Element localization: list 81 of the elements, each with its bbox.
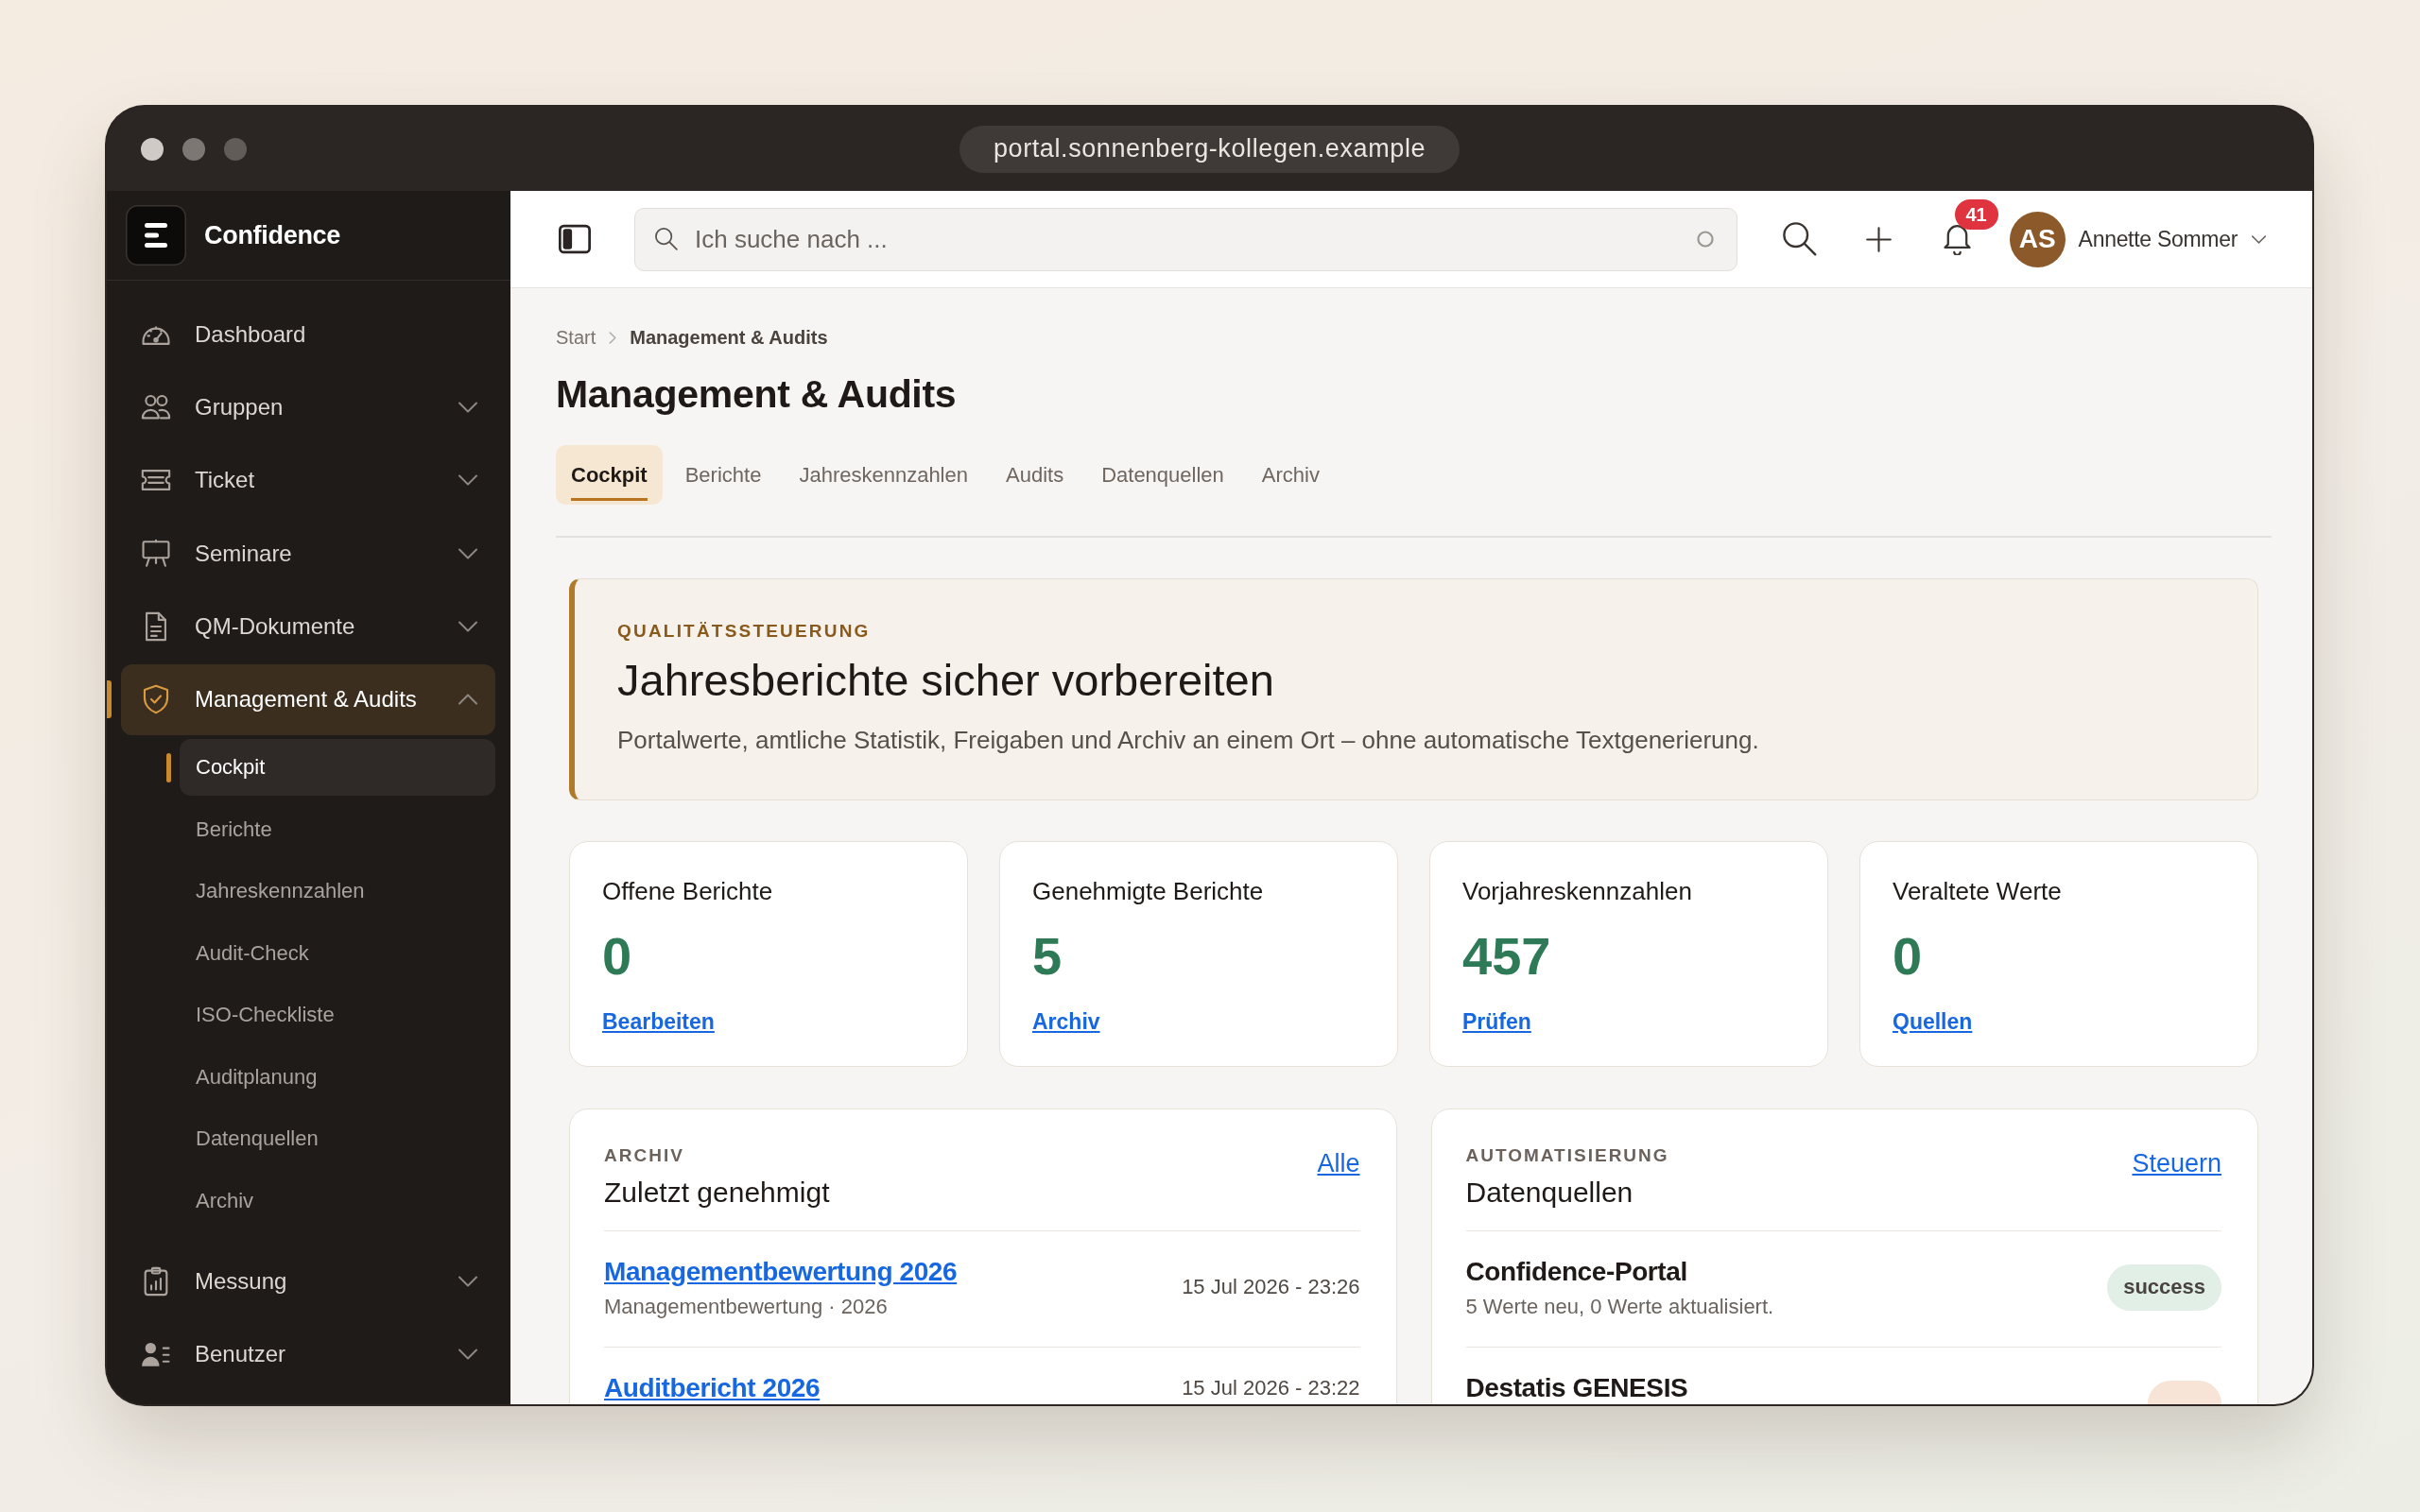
stat-label: Vorjahreskennzahlen	[1462, 875, 1692, 906]
chevron-right-icon	[609, 331, 617, 344]
bell-icon[interactable]	[1942, 223, 1972, 255]
nav-item[interactable]: QM-Dokumente	[121, 591, 495, 662]
nav-item[interactable]: Management & Audits	[121, 663, 495, 735]
window-dot-icon[interactable]	[224, 137, 247, 161]
panel-kicker: AUTOMATISIERUNG	[1465, 1144, 1669, 1166]
chevron-down-icon	[458, 547, 478, 559]
user-menu-button[interactable]: AS Annette Sommer	[2009, 211, 2267, 267]
tab[interactable]: Datenquellen	[1086, 445, 1239, 505]
tab[interactable]: Archiv	[1246, 445, 1335, 505]
logo-icon	[126, 205, 186, 266]
stat-label: Veraltete Werte	[1893, 875, 2062, 906]
address-bar[interactable]: portal.sonnenberg-kollegen.example	[959, 125, 1461, 173]
breadcrumb-current: Management & Audits	[630, 326, 828, 349]
chevron-down-icon	[2251, 234, 2267, 244]
stat-link[interactable]: Archiv	[1032, 1007, 1100, 1035]
chevron-down-icon	[458, 1275, 478, 1287]
stat-link[interactable]: Bearbeiten	[602, 1007, 715, 1035]
breadcrumb-link[interactable]: Start	[556, 326, 596, 349]
chevron-down-icon	[458, 621, 478, 633]
chevron-down-icon	[458, 1349, 478, 1361]
panel-kicker: ARCHIV	[604, 1144, 684, 1166]
stat-link[interactable]: Prüfen	[1462, 1007, 1531, 1035]
banner-title: Jahresberichte sicher vorbereiten	[617, 653, 1275, 707]
document-meta: Managementbewertung · 2026	[604, 1294, 888, 1319]
sidebar-toggle-icon[interactable]	[559, 223, 591, 255]
stat-value: 5	[1032, 924, 1063, 988]
panel-link[interactable]: Alle	[1317, 1148, 1360, 1178]
nav-subitem[interactable]: Datenquellen	[180, 1110, 495, 1168]
brand-name: Confidence	[204, 220, 340, 250]
source-detail: 5 Werte neu, 0 Werte aktualisiert.	[1465, 1294, 1774, 1319]
avatar: AS	[2009, 211, 2066, 267]
status-badge: success	[2107, 1263, 2221, 1311]
document-date: 15 Jul 2026 - 23:26	[1182, 1275, 1360, 1299]
document-date: 15 Jul 2026 - 23:22	[1182, 1375, 1360, 1400]
nav-item[interactable]: Dashboard	[121, 299, 495, 369]
nav-item[interactable]: Seminare	[121, 518, 495, 590]
search-icon[interactable]	[1782, 222, 1817, 256]
nav-subitem[interactable]: Berichte	[180, 800, 495, 858]
tab[interactable]: Audits	[991, 445, 1080, 505]
stat-label: Genehmigte Berichte	[1032, 875, 1264, 906]
nav-subitem[interactable]: ISO-Checkliste	[180, 987, 495, 1044]
stat-value: 0	[1893, 924, 1923, 988]
stat-value: 0	[602, 924, 632, 988]
page-title: Management & Audits	[556, 371, 958, 418]
tab[interactable]: Jahreskennzahlen	[784, 445, 983, 505]
nav-subitem[interactable]: Auditplanung	[180, 1048, 495, 1106]
panel-title: Zuletzt genehmigt	[604, 1175, 830, 1210]
source-name: Destatis GENESIS	[1465, 1371, 1688, 1404]
tab[interactable]: Cockpit	[556, 445, 663, 505]
stat-value: 457	[1462, 924, 1551, 988]
window-dot-icon[interactable]	[182, 137, 205, 161]
nav-subitem[interactable]: Archiv	[180, 1172, 495, 1229]
search-icon	[655, 227, 678, 250]
chevron-up-icon	[458, 694, 478, 706]
easel-icon	[140, 537, 172, 570]
window-dot-icon[interactable]	[141, 137, 164, 161]
source-name: Confidence-Portal	[1465, 1255, 1687, 1288]
chevron-down-icon	[458, 474, 478, 487]
document-link[interactable]: Managementbewertung 2026	[604, 1255, 958, 1288]
nav-item[interactable]: Messung	[121, 1246, 495, 1317]
ring-icon	[1696, 230, 1715, 249]
banner-text: Portalwerte, amtliche Statistik, Freigaben und Archiv an einem Ort – ohne automatische Textgenerierung.	[617, 724, 1760, 755]
nav-item[interactable]: Gruppen	[121, 371, 495, 443]
tab[interactable]: Berichte	[669, 445, 777, 505]
nav-subitem[interactable]: Jahreskennzahlen	[180, 863, 495, 920]
banner-kicker: QUALITÄTSSTEUERUNG	[617, 620, 872, 642]
nav-subitem[interactable]: Audit-Check	[180, 924, 495, 982]
nav-subitem[interactable]: Cockpit	[180, 739, 495, 797]
nav-item[interactable]: Ticket	[121, 444, 495, 516]
plus-icon[interactable]	[1865, 226, 1892, 252]
nav-item[interactable]: Benutzer	[121, 1318, 495, 1390]
search-field[interactable]: Ich suche nach ...	[634, 207, 1737, 271]
stat-link[interactable]: Quellen	[1893, 1007, 1973, 1035]
chevron-down-icon	[458, 401, 478, 413]
stat-label: Offene Berichte	[602, 875, 773, 906]
document-link[interactable]: Auditbericht 2026	[604, 1371, 821, 1404]
panel-link[interactable]: Steuern	[2132, 1148, 2221, 1178]
notification-badge: 41	[1954, 199, 1998, 230]
panel-title: Datenquellen	[1465, 1175, 1634, 1210]
